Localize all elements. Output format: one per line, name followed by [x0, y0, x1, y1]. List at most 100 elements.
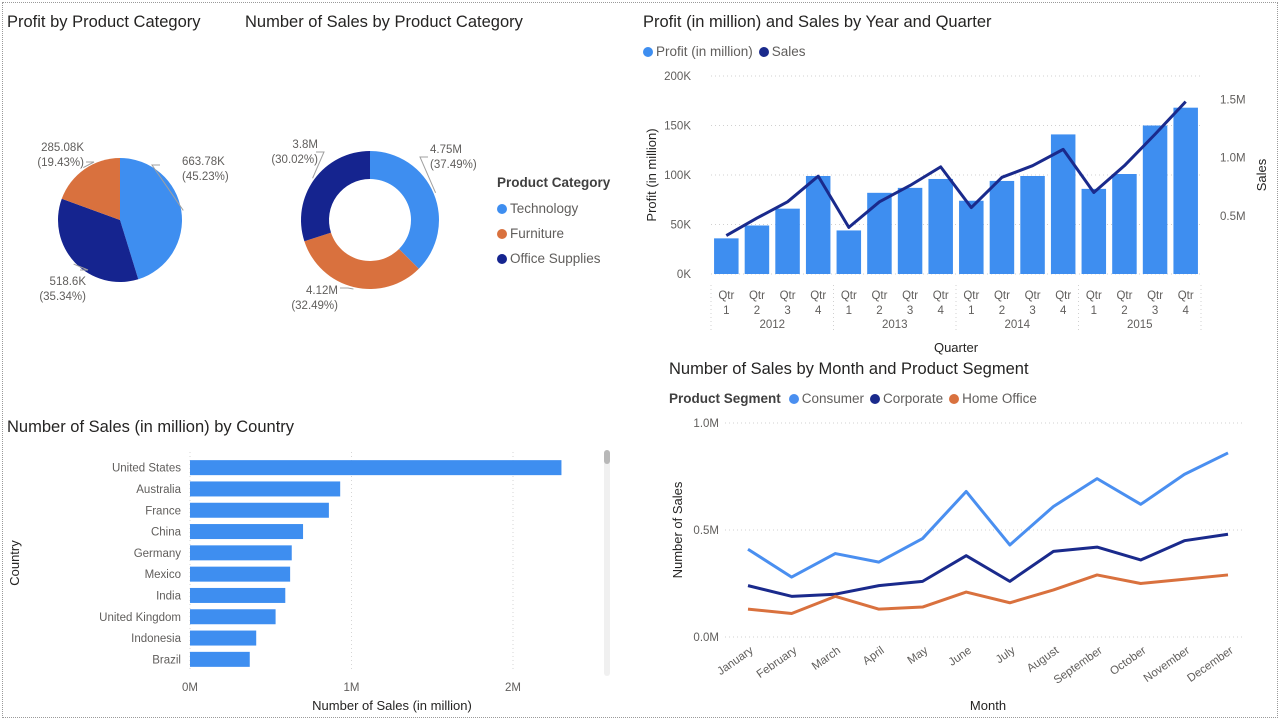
combo-x-tick-label: Qtr — [1178, 290, 1194, 302]
combo-y-tick-label: 150K — [664, 121, 691, 133]
bar-x-axis-title: Number of Sales (in million) — [312, 698, 472, 713]
combo-x-tick-label: Qtr — [902, 290, 918, 302]
combo-x-tick-label-num: 3 — [1152, 305, 1158, 317]
country-label: Indonesia — [131, 633, 181, 645]
donut-data-label-pct: (32.49%) — [291, 300, 338, 312]
combo-y2-tick-label: 0.5M — [1220, 211, 1246, 223]
profit-bar — [1112, 174, 1137, 274]
month-label: June — [947, 645, 974, 669]
pie-data-label: 663.78K — [182, 156, 225, 168]
combo-y2-tick-label: 1.5M — [1220, 94, 1246, 106]
profit-bar — [959, 200, 984, 274]
combo-x-tick-label: Qtr — [1025, 290, 1041, 302]
donut-leader-line — [340, 287, 354, 290]
donut-slice — [370, 151, 439, 269]
line-y-tick-label: 0.5M — [693, 525, 719, 537]
combo-x-tick-label-num: 4 — [1060, 305, 1067, 317]
combo-x-tick-label-num: 2 — [1121, 305, 1127, 317]
line-y-tick-label: 0.0M — [693, 632, 719, 644]
month-label: November — [1142, 645, 1192, 685]
combo-year-label: 2015 — [1127, 319, 1153, 331]
country-label: Mexico — [145, 569, 181, 581]
line-y-axis-title: Number of Sales — [670, 481, 685, 578]
combo-x-tick-label: Qtr — [1086, 290, 1102, 302]
combo-x-tick-label-num: 1 — [846, 305, 852, 317]
profit-bar — [897, 187, 923, 274]
combo-x-tick-label-num: 4 — [815, 305, 822, 317]
combo-y-tick-label: 100K — [664, 170, 691, 182]
corporate-line — [747, 532, 1229, 598]
country-bar — [190, 630, 257, 646]
combo-year-label: 2014 — [1004, 319, 1030, 331]
country-label: Australia — [136, 484, 181, 496]
country-label: France — [145, 505, 181, 517]
month-label: September — [1052, 645, 1105, 687]
country-bar — [190, 502, 329, 518]
combo-x-tick-label-num: 2 — [754, 305, 760, 317]
combo-x-tick-label-num: 1 — [723, 305, 729, 317]
country-bar — [190, 481, 341, 497]
combo-x-tick-label-num: 1 — [1091, 305, 1097, 317]
donut-slice — [304, 232, 419, 289]
combo-y-tick-label: 0K — [677, 269, 691, 281]
profit-bar — [1173, 107, 1198, 275]
combo-y-tick-label: 200K — [664, 71, 691, 83]
month-label: March — [810, 645, 843, 673]
donut-data-label: 4.75M — [430, 144, 462, 156]
consumer-line — [747, 451, 1229, 579]
combo-x-tick-label-num: 1 — [968, 305, 974, 317]
combo-x-tick-label-num: 2 — [876, 305, 882, 317]
donut-data-label-pct: (30.02%) — [271, 154, 318, 166]
bar-x-tick-label: 2M — [505, 682, 521, 694]
combo-x-tick-label-num: 3 — [1029, 305, 1035, 317]
profit-bar — [989, 180, 1015, 274]
combo-x-tick-label: Qtr — [1147, 290, 1163, 302]
month-label: February — [755, 644, 800, 680]
profit-bar — [1081, 188, 1107, 274]
combo-x-tick-label-num: 4 — [937, 305, 944, 317]
combo-x-axis-title: Quarter — [934, 340, 979, 355]
combo-x-tick-label: Qtr — [841, 290, 857, 302]
combo-year-label: 2012 — [759, 319, 785, 331]
donut-data-label-pct: (37.49%) — [430, 159, 477, 171]
combo-x-tick-label-num: 3 — [907, 305, 913, 317]
combo-x-tick-label-num: 3 — [784, 305, 790, 317]
country-label: United States — [112, 463, 181, 475]
country-bar — [190, 609, 276, 625]
pie-data-label-pct: (19.43%) — [37, 157, 84, 169]
profit-bar — [867, 192, 892, 274]
combo-x-tick-label-num: 4 — [1182, 305, 1189, 317]
month-label: January — [715, 644, 756, 677]
combo-x-tick-label: Qtr — [780, 290, 796, 302]
profit-bar — [928, 178, 953, 274]
month-label: October — [1108, 645, 1149, 678]
combo-y-tick-label: 50K — [671, 220, 692, 232]
line-y-tick-label: 1.0M — [693, 418, 719, 430]
country-label: Germany — [134, 548, 182, 560]
pie-data-label: 518.6K — [50, 276, 87, 288]
combo-y2-axis-title: Sales — [1254, 158, 1269, 191]
donut-data-label: 3.8M — [292, 139, 318, 151]
country-bar — [190, 651, 250, 667]
combo-x-tick-label: Qtr — [810, 290, 826, 302]
country-bar — [190, 566, 291, 582]
profit-bar — [744, 225, 770, 274]
combo-y2-tick-label: 1.0M — [1220, 153, 1246, 165]
bar-y-axis-title: Country — [7, 540, 22, 586]
profit-bar — [1020, 175, 1045, 274]
combo-x-tick-label: Qtr — [871, 290, 887, 302]
profit-bar — [1142, 125, 1168, 274]
profit-bar — [836, 230, 862, 274]
country-bar — [190, 524, 304, 540]
country-bar — [190, 460, 562, 476]
country-label: Brazil — [152, 654, 181, 666]
combo-x-tick-label: Qtr — [1116, 290, 1132, 302]
combo-x-tick-label: Qtr — [994, 290, 1010, 302]
combo-x-tick-label: Qtr — [749, 290, 765, 302]
month-label: August — [1025, 644, 1062, 675]
month-label: April — [861, 645, 887, 668]
donut-data-label: 4.12M — [306, 285, 338, 297]
pie-data-label-pct: (45.23%) — [182, 171, 229, 183]
combo-x-tick-label: Qtr — [933, 290, 949, 302]
combo-year-label: 2013 — [882, 319, 908, 331]
